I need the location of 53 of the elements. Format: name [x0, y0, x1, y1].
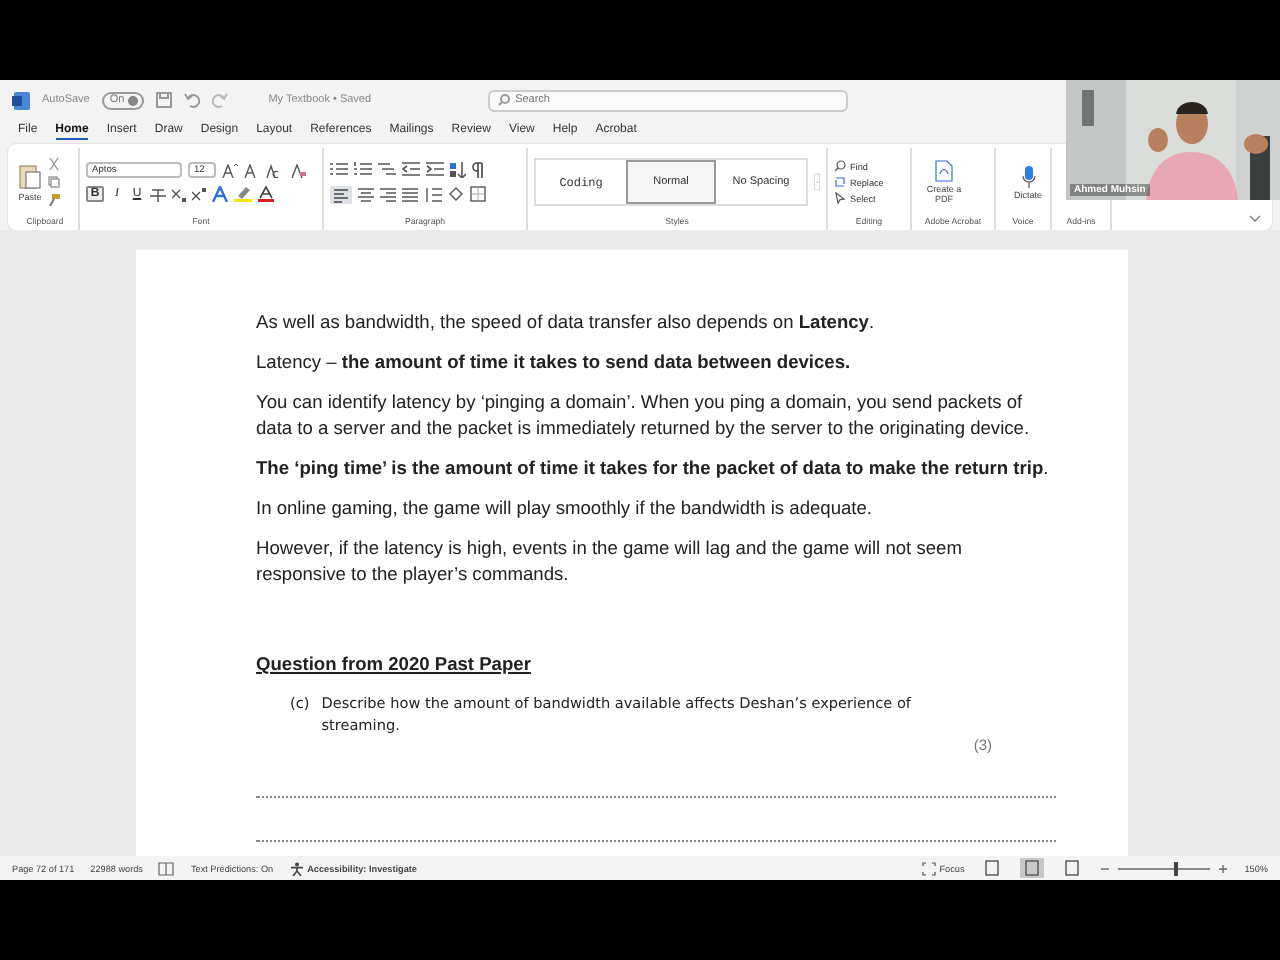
zoom-in-icon[interactable] [1218, 863, 1229, 873]
sort-icon[interactable] [450, 161, 466, 177]
paragraph: In online gaming, the game will play smoothly if the bandwidth is adequate. [256, 496, 875, 522]
align-right-icon[interactable] [380, 187, 396, 201]
save-icon[interactable] [156, 92, 173, 108]
shading-icon[interactable] [448, 186, 464, 202]
book-check-icon[interactable] [158, 861, 175, 875]
superscript-icon[interactable] [192, 187, 206, 201]
pilcrow-icon[interactable] [472, 161, 484, 177]
microphone-icon [1021, 165, 1035, 187]
paragraph: The ‘ping time’ is the amount of time it takes for the packet of data to make the return trip. [256, 456, 1051, 482]
clipboard-icon [18, 162, 42, 190]
section-heading: Question from 2020 Past Paper [256, 654, 533, 674]
change-case-icon[interactable] [266, 163, 284, 177]
person-icon [289, 861, 304, 875]
subscript-icon[interactable] [172, 187, 186, 201]
search-icon [497, 94, 510, 106]
view-mode-icon[interactable] [1060, 858, 1085, 878]
decrease-indent-icon[interactable] [402, 162, 420, 176]
clear-format-icon[interactable] [290, 163, 306, 177]
grow-font-icon[interactable] [222, 163, 238, 177]
shrink-font-icon[interactable] [244, 163, 260, 177]
align-center-icon[interactable] [358, 187, 374, 201]
strikethrough-icon[interactable] [150, 187, 166, 201]
paragraph: You can identify latency by ‘pinging a domain’. When you ping a domain, you send packets of data to a server and the packet is immediately returned by the server to the originating device. [256, 390, 1032, 442]
align-left-icon[interactable] [330, 185, 352, 203]
undo-icon[interactable] [184, 92, 201, 108]
zoom-out-icon[interactable] [1100, 863, 1111, 873]
brush-icon[interactable] [48, 194, 60, 206]
view-mode-icon[interactable] [1020, 858, 1045, 878]
scissors-icon[interactable] [48, 158, 60, 170]
view-mode-icon[interactable] [980, 858, 1005, 878]
bullet-list-icon[interactable] [330, 162, 348, 176]
collapse-ribbon-icon[interactable] [1248, 214, 1262, 224]
font-color-icon[interactable] [258, 186, 274, 202]
line-spacing-icon[interactable] [424, 187, 442, 201]
multilevel-list-icon[interactable] [378, 162, 396, 176]
borders-icon[interactable] [470, 186, 486, 202]
word-logo-icon[interactable] [12, 91, 30, 109]
document-icon [934, 160, 954, 182]
replace-icon [834, 176, 846, 188]
justify-icon[interactable] [402, 187, 418, 201]
paragraph: However, if the latency is high, events in the game will lag and the game will not seem responsive to the player’s commands. [256, 536, 964, 588]
cursor-icon [834, 192, 846, 204]
numbered-list-icon[interactable] [354, 162, 372, 176]
increase-indent-icon[interactable] [426, 162, 444, 176]
search-icon [834, 160, 846, 172]
focus-icon [921, 861, 936, 875]
paragraph: Latency – the amount of time it takes to send data between devices. [256, 350, 853, 376]
text-effects-icon[interactable] [212, 186, 228, 202]
paragraph: As well as bandwidth, the speed of data transfer also depends on Latency. [256, 310, 877, 336]
highlighter-icon[interactable] [234, 186, 252, 202]
copy-icon[interactable] [48, 176, 60, 188]
